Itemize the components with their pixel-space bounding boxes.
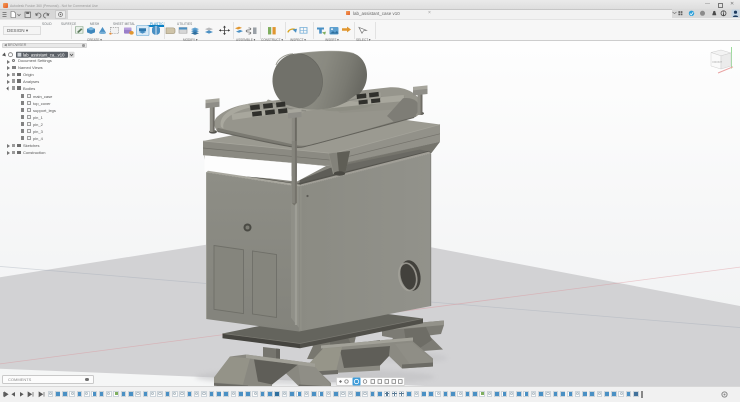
svg-text:lab_assistant_ca...v10: lab_assistant_ca...v10 — [23, 52, 65, 57]
svg-text:FRONT: FRONT — [713, 60, 723, 64]
